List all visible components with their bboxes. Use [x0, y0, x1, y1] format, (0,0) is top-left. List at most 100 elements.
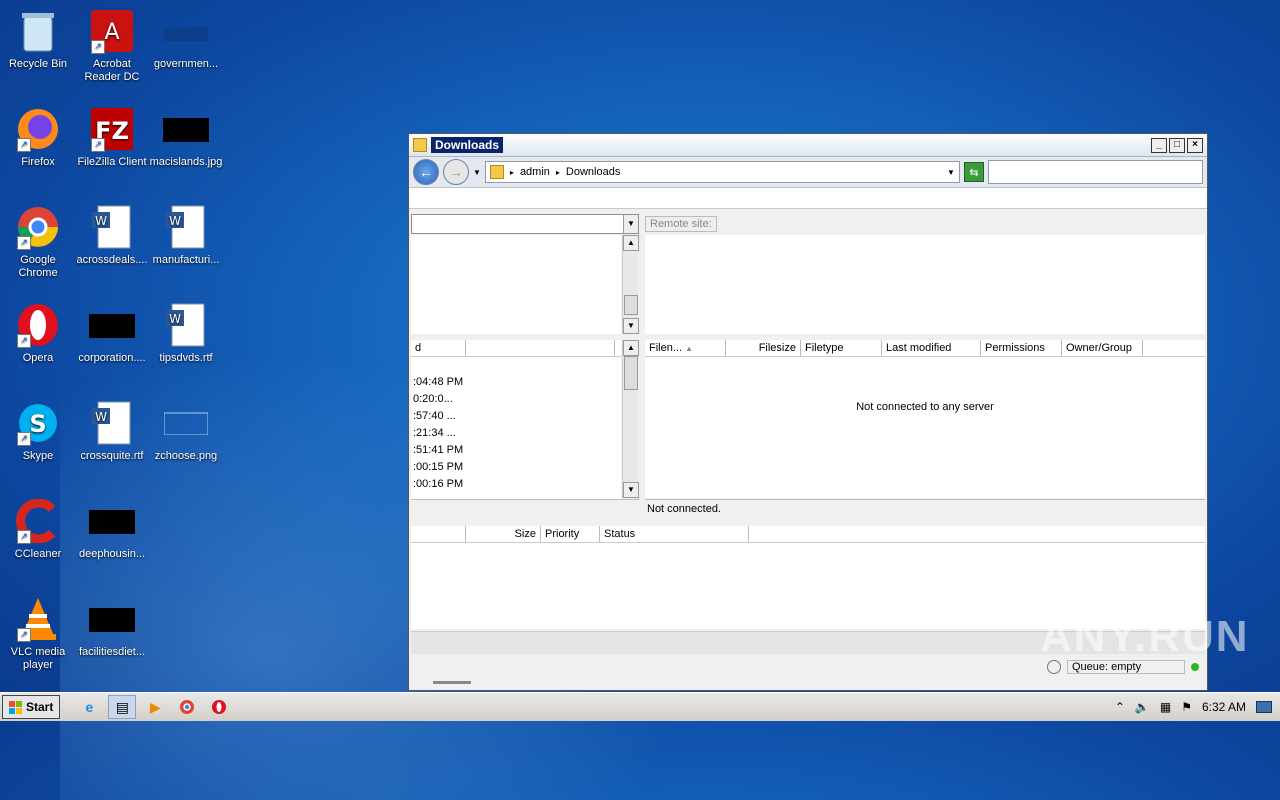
address-history-dropdown-icon[interactable]: ▼: [947, 168, 955, 177]
breadcrumb-separator-icon[interactable]: ▸: [556, 168, 560, 177]
local-path-combo[interactable]: ▼: [411, 214, 639, 234]
scroll-thumb[interactable]: [624, 295, 638, 315]
start-button[interactable]: Start: [2, 695, 61, 719]
local-col-modified[interactable]: d: [411, 340, 466, 356]
svg-text:W: W: [95, 410, 107, 424]
desktop-icon-opera[interactable]: ↗ Opera: [0, 302, 76, 365]
show-desktop-icon[interactable]: [1256, 701, 1272, 713]
desktop-icon-acrossdeals[interactable]: W acrossdeals....: [74, 204, 150, 267]
remote-col-filesize[interactable]: Filesize: [726, 340, 801, 356]
volume-icon[interactable]: 🔈: [1135, 700, 1150, 714]
address-field[interactable]: ▸ admin ▸ Downloads ▼: [484, 161, 960, 183]
desktop-icon-governmen[interactable]: governmen...: [148, 8, 224, 71]
show-hidden-icons-icon[interactable]: ⌃: [1115, 700, 1125, 714]
queue-col-priority[interactable]: Priority: [541, 526, 600, 542]
recycle-bin-icon: [15, 8, 61, 54]
shortcut-arrow-icon: ↗: [17, 530, 31, 544]
desktop-icon-filezilla[interactable]: FZ ↗ FileZilla Client: [74, 106, 150, 169]
list-item[interactable]: 0:20:0...: [411, 391, 621, 408]
search-input[interactable]: [987, 160, 1203, 184]
opera-taskbar-icon[interactable]: [206, 696, 232, 718]
remote-col-owner-group[interactable]: Owner/Group: [1062, 340, 1143, 356]
remote-tree-pane[interactable]: [645, 235, 1205, 334]
image-file-icon: [89, 498, 135, 544]
file-explorer-icon[interactable]: ▤: [108, 695, 137, 719]
desktop-icon-ccleaner[interactable]: ↗ CCleaner: [0, 498, 76, 561]
desktop-icon-skype[interactable]: S ↗ Skype: [0, 400, 76, 463]
minimize-button[interactable]: _: [1151, 137, 1167, 153]
anyrun-watermark: ANY.RUN: [1040, 612, 1250, 661]
list-item[interactable]: :00:15 PM: [411, 459, 621, 476]
shortcut-arrow-icon: ↗: [17, 432, 31, 446]
list-item[interactable]: :04:48 PM: [411, 374, 621, 391]
local-col-blank[interactable]: [466, 340, 615, 356]
action-center-flag-icon[interactable]: ⚑: [1181, 700, 1192, 714]
desktop-icon-firefox[interactable]: ↗ Firefox: [0, 106, 76, 169]
list-item[interactable]: :51:41 PM: [411, 442, 621, 459]
desktop-icon-tipsdvds[interactable]: W tipsdvds.rtf: [148, 302, 224, 365]
list-item[interactable]: :57:40 ...: [411, 408, 621, 425]
remote-col-filetype[interactable]: Filetype: [801, 340, 882, 356]
remote-file-list[interactable]: Not connected to any server: [645, 357, 1205, 498]
dropdown-arrow-icon[interactable]: ▼: [623, 215, 638, 233]
breadcrumb-downloads[interactable]: Downloads: [566, 166, 620, 178]
queue-col-server[interactable]: [411, 526, 466, 542]
desktop-icon-facilitiesdiet[interactable]: facilitiesdiet...: [74, 596, 150, 659]
desktop-icon-deephousin[interactable]: deephousin...: [74, 498, 150, 561]
downloads-window[interactable]: Downloads _ □ × ← → ▼ ▸ admin ▸ Download…: [408, 133, 1208, 691]
word-doc-icon: W: [89, 204, 135, 250]
scroll-down-icon[interactable]: ▼: [623, 318, 639, 334]
local-tree-scrollbar[interactable]: ▲ ▼: [622, 235, 639, 334]
desktop-icon-manufacturi[interactable]: W manufacturi...: [148, 204, 224, 267]
connection-indicator-icon: [1191, 663, 1199, 671]
remote-col-permissions[interactable]: Permissions: [981, 340, 1062, 356]
scroll-down-icon[interactable]: ▼: [623, 482, 639, 498]
skype-icon: S ↗: [15, 400, 61, 446]
forward-button[interactable]: →: [443, 159, 469, 185]
scroll-up-icon[interactable]: ▲: [623, 235, 639, 251]
list-item[interactable]: :21:34 ...: [411, 425, 621, 442]
back-button[interactable]: ←: [413, 159, 439, 185]
desktop-icon-crossquite[interactable]: W crossquite.rtf: [74, 400, 150, 463]
internet-explorer-icon[interactable]: e: [76, 696, 102, 718]
desktop-icon-macislands[interactable]: macislands.jpg: [148, 106, 224, 169]
chrome-taskbar-icon[interactable]: [174, 696, 200, 718]
desktop-icon-vlc[interactable]: ↗ VLC media player: [0, 596, 76, 672]
desktop-icon-chrome[interactable]: ↗ Google Chrome: [0, 204, 76, 280]
refresh-go-button[interactable]: ⇆: [963, 162, 984, 182]
remote-col-filename[interactable]: Filen... ▲: [645, 340, 726, 356]
network-icon[interactable]: ▦: [1160, 700, 1171, 714]
clock[interactable]: 6:32 AM: [1202, 700, 1246, 714]
system-tray: ⌃ 🔈 ▦ ⚑ 6:32 AM: [1115, 700, 1280, 714]
desktop-icon-acrobat[interactable]: A ↗ Acrobat Reader DC: [74, 8, 150, 84]
queue-status: Queue: empty: [1067, 660, 1185, 674]
image-file-icon: [89, 596, 135, 642]
breadcrumb-separator-icon[interactable]: ▸: [510, 168, 514, 177]
window-titlebar[interactable]: Downloads _ □ ×: [409, 134, 1207, 157]
queue-header: Size Priority Status: [411, 526, 1205, 543]
filezilla-icon: FZ ↗: [89, 106, 135, 152]
list-item[interactable]: :00:16 PM: [411, 476, 621, 493]
maximize-button[interactable]: □: [1169, 137, 1185, 153]
media-player-icon[interactable]: ▶: [142, 696, 168, 718]
local-file-list[interactable]: :04:48 PM 0:20:0... :57:40 ... :21:34 ..…: [411, 357, 621, 515]
local-list-scrollbar[interactable]: ▲ ▼: [622, 340, 639, 498]
shortcut-arrow-icon: ↗: [91, 40, 105, 54]
breadcrumb-admin[interactable]: admin: [520, 166, 550, 178]
local-tree-pane[interactable]: [411, 235, 621, 334]
scroll-thumb[interactable]: [624, 356, 638, 390]
queue-col-status[interactable]: Status: [600, 526, 749, 542]
close-button[interactable]: ×: [1187, 137, 1203, 153]
remote-col-last-modified[interactable]: Last modified: [882, 340, 981, 356]
remote-site-label: Remote site:: [645, 216, 717, 232]
toolbar-strip: [409, 188, 1207, 209]
speed-limit-icon[interactable]: [1047, 660, 1061, 674]
scroll-up-icon[interactable]: ▲: [623, 340, 639, 356]
local-status: [411, 499, 639, 518]
desktop-icon-corporation[interactable]: corporation....: [74, 302, 150, 365]
queue-col-size[interactable]: Size: [466, 526, 541, 542]
desktop-icon-recycle-bin[interactable]: Recycle Bin: [0, 8, 76, 71]
opera-icon: ↗: [15, 302, 61, 348]
desktop-icon-zchoose[interactable]: zchoose.png: [148, 400, 224, 463]
recent-pages-dropdown-icon[interactable]: ▼: [473, 168, 481, 177]
